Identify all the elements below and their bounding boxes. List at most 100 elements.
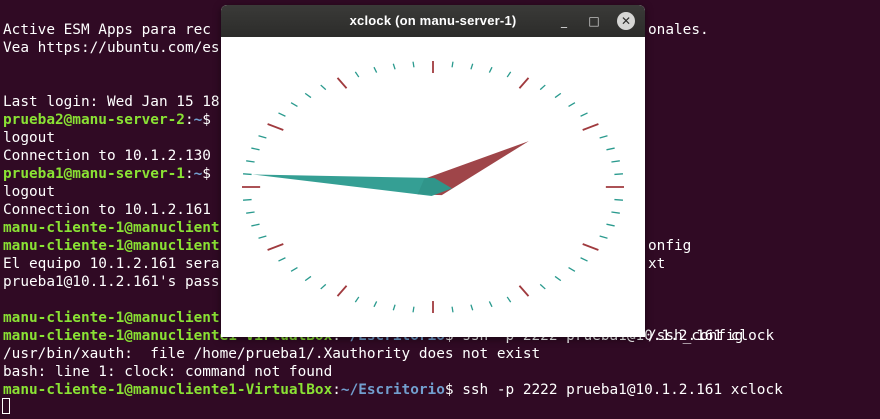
window-titlebar[interactable]: xclock (on manu-server-1) _ □ ✕ xyxy=(221,5,645,37)
terminal-line: manu-cliente-1@manucliente1-VirtualBox:~… xyxy=(3,381,783,399)
clock-hour-tick xyxy=(267,123,284,131)
terminal-text-fragment: onales. xyxy=(648,22,709,38)
terminal-text-fragment: xt xyxy=(648,256,666,272)
terminal-line: manu-cliente-1@manuclient xyxy=(3,237,220,255)
terminal-line: manu-cliente-1@manuclient xyxy=(3,309,220,327)
terminal-line: Active ESM Apps para rec xyxy=(3,21,211,39)
terminal-text: manu-cliente-1@manuclient xyxy=(3,238,220,254)
clock-minute-tick xyxy=(614,173,623,176)
xclock-window[interactable]: xclock (on manu-server-1) _ □ ✕ xyxy=(221,5,645,337)
terminal-text: ~ xyxy=(193,112,203,128)
clock-minute-tick xyxy=(246,160,255,163)
terminal-line: prueba2@manu-server-2:~$ xyxy=(3,111,211,129)
window-title: xclock (on manu-server-1) xyxy=(349,13,517,28)
terminal-text: : xyxy=(332,382,341,398)
clock-minute-tick xyxy=(554,92,562,99)
clock-minute-tick xyxy=(539,84,546,91)
terminal-line: El equipo 10.1.2.161 sera xyxy=(3,255,220,273)
clock-minute-tick xyxy=(243,198,252,201)
terminal-line: prueba1@manu-server-1:~$ xyxy=(3,165,211,183)
clock-minute-tick xyxy=(606,223,615,227)
clock-minute-tick xyxy=(373,301,378,308)
minimize-button[interactable]: _ xyxy=(554,11,574,31)
terminal-text: Connection to 10.1.2.130 xyxy=(3,148,211,164)
clock-minute-tick xyxy=(290,266,298,272)
clock-minute-tick xyxy=(258,135,267,139)
clock-minute-tick xyxy=(251,223,260,227)
terminal-text: Connection to 10.1.2.161 xyxy=(3,202,211,218)
terminal-text: ~ xyxy=(193,166,203,182)
clock-minute-tick xyxy=(304,275,312,282)
terminal-line: bash: line 1: clock: command not found xyxy=(3,363,332,381)
close-button[interactable]: ✕ xyxy=(617,12,635,30)
clock-minute-tick xyxy=(451,306,454,313)
clock-minute-tick xyxy=(412,61,415,68)
clock-minute-tick xyxy=(451,61,454,68)
clock-minute-tick xyxy=(506,71,512,78)
clock-minute-tick xyxy=(354,71,360,78)
terminal-line: Vea https://ubuntu.com/es xyxy=(3,39,220,57)
clock-minute-tick xyxy=(392,304,396,311)
clock-minute-tick xyxy=(611,160,620,163)
clock-minute-tick xyxy=(606,147,615,151)
terminal-line: prueba1@10.1.2.161's pass xyxy=(3,273,220,291)
clock-minute-tick xyxy=(470,304,474,311)
terminal-text: Last login: Wed Jan 15 18 xyxy=(3,94,220,110)
clock-minute-hand xyxy=(252,174,452,196)
terminal-text: Vea https://ubuntu.com/es xyxy=(3,40,220,56)
terminal-line: /usr/bin/xauth: file /home/prueba1/.Xaut… xyxy=(3,345,540,363)
clock-minute-tick xyxy=(611,211,620,214)
clock-minute-tick xyxy=(258,235,267,239)
terminal-text: : xyxy=(184,166,194,182)
clock-minute-tick xyxy=(392,63,396,70)
terminal-text: prueba1@manu-server-1 xyxy=(3,166,185,182)
clock-hour-tick xyxy=(518,77,530,89)
terminal-cursor xyxy=(2,398,10,414)
clock-minute-tick xyxy=(278,112,286,117)
clock-hour-tick xyxy=(336,285,348,297)
terminal-line: Connection to 10.1.2.130 xyxy=(3,147,211,165)
terminal-line: logout xyxy=(3,183,55,201)
clock-minute-tick xyxy=(246,211,255,214)
terminal-text-fragment: onfig xyxy=(648,238,692,254)
clock-hour-tick xyxy=(518,285,530,297)
terminal-text: /usr/bin/xauth: file /home/prueba1/.Xaut… xyxy=(3,346,541,362)
terminal-text: prueba1@10.1.2.161's pass xyxy=(3,274,220,290)
terminal-text: El equipo 10.1.2.161 sera xyxy=(3,256,220,272)
clock-hour-tick xyxy=(582,243,599,251)
clock-minute-tick xyxy=(320,283,327,290)
clock-minute-tick xyxy=(599,235,608,239)
terminal-text: logout xyxy=(3,130,55,146)
clock-minute-tick xyxy=(412,306,415,313)
terminal-text: manu-cliente-1@manucliente1-VirtualBox xyxy=(3,382,333,398)
terminal-text-fragment: /ssh_config xyxy=(648,328,744,344)
terminal-text: bash: line 1: clock: command not found xyxy=(3,364,333,380)
clock-minute-tick xyxy=(506,296,512,303)
maximize-button[interactable]: □ xyxy=(584,11,604,31)
terminal-text: $ xyxy=(202,166,211,182)
clock-minute-tick xyxy=(354,296,360,303)
clock-minute-tick xyxy=(304,92,312,99)
clock-minute-tick xyxy=(290,102,298,108)
terminal-text: prueba2@manu-server-2 xyxy=(3,112,185,128)
terminal-text: $ xyxy=(202,112,211,128)
terminal-text: ~/Escritorio xyxy=(340,382,445,398)
analog-clock-face xyxy=(242,61,624,313)
terminal-text: Active ESM Apps para rec xyxy=(3,22,211,38)
clock-minute-tick xyxy=(568,102,576,108)
clock-minute-tick xyxy=(470,63,474,70)
clock-minute-tick xyxy=(580,257,588,262)
clock-minute-tick xyxy=(320,84,327,91)
clock-minute-tick xyxy=(488,66,493,73)
terminal-line: logout xyxy=(3,129,55,147)
clock-minute-tick xyxy=(599,135,608,139)
clock-hour-tick xyxy=(267,243,284,251)
terminal-text: manu-cliente-1@manuclient xyxy=(3,310,220,326)
clock-minute-tick xyxy=(614,198,623,201)
clock-hour-tick xyxy=(582,123,599,131)
terminal-line: manu-cliente-1@manuclient xyxy=(3,219,220,237)
clock-minute-tick xyxy=(539,283,546,290)
terminal-line: Connection to 10.1.2.161 xyxy=(3,201,211,219)
clock-minute-tick xyxy=(554,275,562,282)
terminal-text: logout xyxy=(3,184,55,200)
